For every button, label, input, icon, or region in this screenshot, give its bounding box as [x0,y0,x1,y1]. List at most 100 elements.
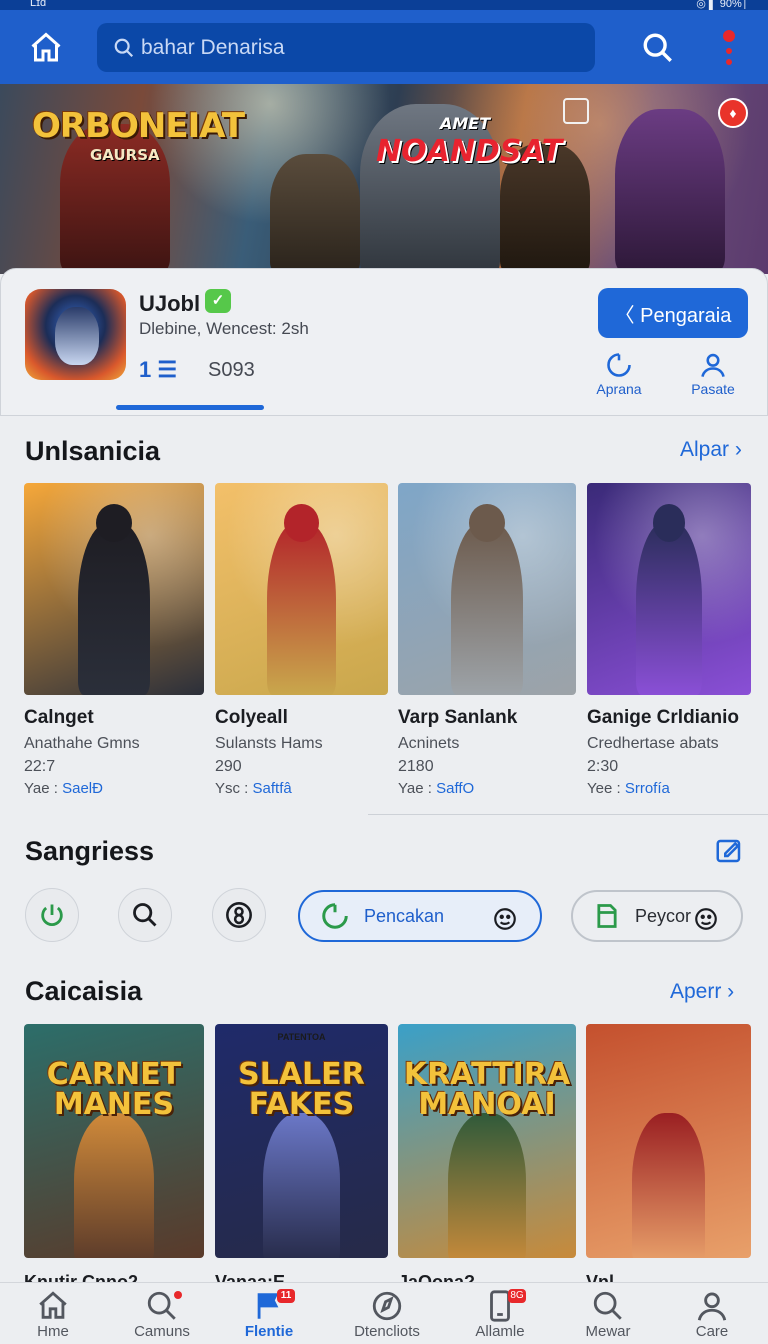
banner-logo-right-top: AMET [440,114,491,133]
game-category: Acninets [398,735,460,752]
search-button[interactable] [118,888,172,942]
bottom-nav: Hme Camuns Flentie 11 Dtencliots Allamle 8G Mew… [0,1282,768,1344]
power-button[interactable] [25,888,79,942]
action-pasate[interactable]: Pasate [678,351,748,397]
game-thumbnail [215,483,388,695]
character-body [451,521,523,695]
poster-title: CARNET MANES [46,1057,182,1122]
game-poster-tile[interactable]: Vnl [586,1024,751,1293]
share-icon[interactable] [563,98,589,124]
home-icon [31,32,61,62]
search-placeholder: bahar Denarisa [141,35,285,59]
primary-action-button[interactable]: 〈 Pengaraia [598,288,748,338]
game-tile[interactable]: Ganige Crldianio Credhertase abats 2:30 Yee… [587,483,751,797]
divider [368,814,768,815]
nav-label: Camuns [134,1323,190,1340]
poster-title: SLALER FAKES [238,1057,365,1122]
app-stat-secondary[interactable]: S093 [208,359,255,382]
nav-label: Allamle [475,1323,525,1340]
user-icon [697,1292,727,1321]
game-title: Varp Sanlank [398,707,518,728]
app-stat-primary[interactable]: 1 ☰ [139,357,177,383]
search-icon [133,903,157,927]
home-icon [39,1291,67,1319]
game-title: Calnget [24,707,94,728]
meta-link[interactable]: Saftfâ [253,780,292,797]
game-poster [586,1024,751,1258]
meta-link[interactable]: SaffO [436,780,474,797]
verified-icon: ✓ [205,289,231,313]
game-tile[interactable]: Varp Sanlank Acninets 2180 Yae : SaffO [398,483,576,797]
meta-prefix: Ysc : [215,780,249,797]
game-poster-tile[interactable]: PATENTOASLALER FAKESVanaa:E [215,1024,388,1293]
meta-prefix: Yae : [398,780,432,797]
nav-item-hme[interactable]: Hme [5,1289,101,1340]
edit-note-button[interactable] [713,836,745,871]
refresh-icon [607,353,631,377]
note-icon [597,904,617,928]
action-label: Aprana [596,381,642,397]
nav-label: Mewar [585,1323,631,1340]
chip-label: Peycor [635,905,692,926]
character-body [78,521,150,695]
meta-prefix: Yae : [24,780,58,797]
game-title: Colyeall [215,707,288,728]
nav-label: Hme [37,1323,69,1340]
game-category: Anathahe Gmns [24,735,140,752]
more-menu-button[interactable] [712,26,746,70]
game-meta: Yae : SaffO [398,780,576,797]
game-poster: KRATTIRA MANOAI [398,1024,576,1258]
game-number: 290 [215,758,242,775]
game-poster: CARNET MANES [24,1024,204,1258]
banner-logo-right: NOANDSAT [376,134,563,169]
hot-badge-icon[interactable]: ♦ [718,98,748,128]
banner-character [615,109,725,274]
help-button[interactable] [212,888,266,942]
home-button[interactable] [24,26,68,70]
more-dot [726,48,732,54]
action-aprana[interactable]: Aprana [584,351,654,397]
nav-item-allamle[interactable]: Allamle 8G [452,1289,548,1340]
nav-badge: 11 [277,1289,295,1303]
game-thumbnail [24,483,204,695]
nav-item-camuns[interactable]: Camuns [114,1289,210,1340]
poster-character [632,1112,705,1258]
character-head [469,504,505,543]
top-search-button[interactable] [636,26,680,70]
app-icon[interactable] [25,289,126,380]
nav-label: Care [695,1323,729,1340]
game-meta: Yae : SaelÐ [24,780,204,797]
app-name: UJobl [139,291,201,316]
section-title: Sangriess [25,836,155,866]
see-all-link[interactable]: Alpar › [680,438,742,462]
status-carrier: Lɪ̈ɑ [30,0,47,9]
nav-item-mewar[interactable]: Mewar [560,1289,656,1340]
nav-item-care[interactable]: Care [664,1289,760,1340]
see-all-link[interactable]: Aperr › [670,980,734,1004]
poster-character [263,1112,340,1258]
game-tile[interactable]: Calnget Anathahe Gmns 22:7 Yae : SaelÐ [24,483,204,797]
game-poster-tile[interactable]: CARNET MANESKnutir Cnno2 [24,1024,204,1293]
nav-item-dtencliots[interactable]: Dtencliots [339,1289,435,1340]
banner-logo-left: ORBONEIAT [32,106,245,146]
game-poster-tile[interactable]: KRATTIRA MANOAIJaOona? [398,1024,576,1293]
action-label: Pasate [691,381,735,397]
power-icon [41,904,63,926]
poster-kicker: PATENTOA [277,1032,326,1042]
notification-dot-icon [174,1291,182,1299]
search-icon [114,38,134,57]
meta-prefix: Yee : [587,780,621,797]
chip-pencakan[interactable]: Pencakan [298,890,542,942]
search-bar[interactable]: bahar Denarisa [97,23,595,72]
nav-label: Dtencliots [354,1323,420,1340]
meta-link[interactable]: Srrofía [625,780,670,797]
character-body [266,521,337,695]
app-icon-face [55,307,99,365]
chip-peycor[interactable]: Peycor [571,890,743,942]
nav-item-flentie[interactable]: Flentie 11 [221,1289,317,1340]
game-tile[interactable]: Colyeall Sulansts Hams 290 Ysc : Saftfâ [215,483,388,797]
app-bar: bahar Denarisa [0,10,768,84]
nav-badge: 8G [508,1289,526,1303]
meta-link[interactable]: SaelÐ [62,780,103,797]
status-indicators: ◎ ▌ ׀90% [696,0,748,10]
